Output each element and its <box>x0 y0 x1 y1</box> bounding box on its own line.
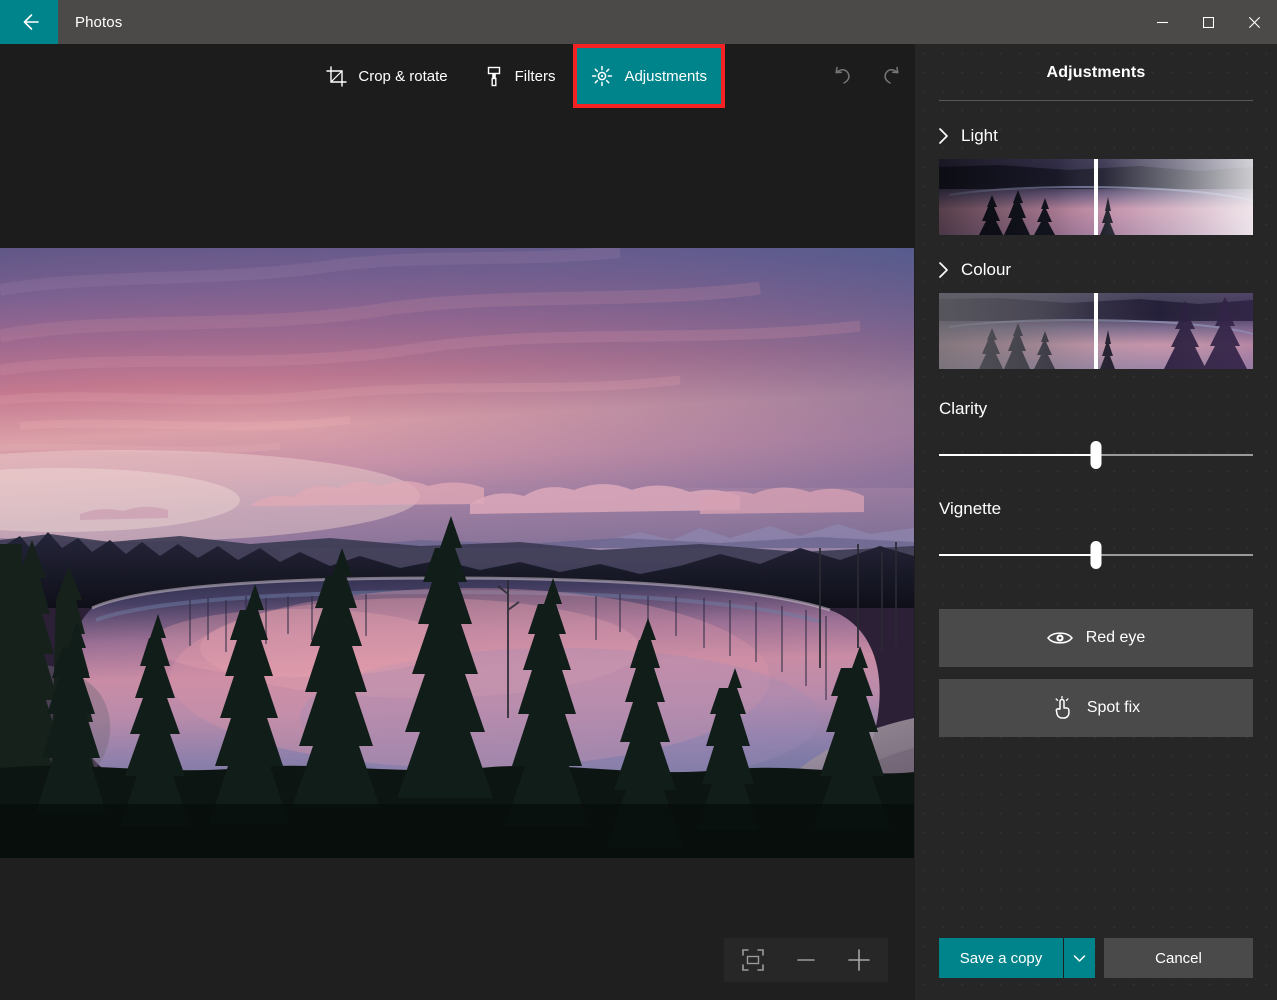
tab-adjustments[interactable]: Adjustments <box>573 44 725 108</box>
close-button[interactable] <box>1231 0 1277 44</box>
minimize-button[interactable] <box>1139 0 1185 44</box>
photo-artwork <box>0 248 914 858</box>
back-arrow-icon <box>16 9 42 35</box>
zoom-controls <box>724 938 888 982</box>
colour-compare-handle[interactable] <box>1094 293 1098 369</box>
section-header-colour[interactable]: Colour <box>937 257 1253 283</box>
close-icon <box>1249 17 1260 28</box>
slider-label-vignette: Vignette <box>939 499 1253 519</box>
tab-filters-label: Filters <box>515 68 556 85</box>
filters-icon <box>484 66 504 87</box>
eye-icon <box>1047 629 1073 647</box>
colour-preview-strip[interactable] <box>939 293 1253 369</box>
slider-label-clarity: Clarity <box>939 399 1253 419</box>
undo-icon <box>830 64 856 88</box>
brightness-icon <box>591 65 613 87</box>
window-controls <box>1139 0 1277 44</box>
back-button[interactable] <box>0 0 58 44</box>
chevron-right-icon <box>937 126 950 146</box>
tab-crop-rotate-label: Crop & rotate <box>358 68 447 85</box>
red-eye-button[interactable]: Red eye <box>939 609 1253 667</box>
zoom-in-button[interactable] <box>836 940 882 980</box>
redo-button[interactable] <box>867 44 915 108</box>
tab-crop-rotate[interactable]: Crop & rotate <box>308 44 465 108</box>
title-bar: Photos <box>0 0 1277 44</box>
clarity-slider-thumb[interactable] <box>1091 441 1102 469</box>
tab-adjustments-label: Adjustments <box>624 68 707 85</box>
redo-icon <box>878 64 904 88</box>
red-eye-label: Red eye <box>1086 629 1146 647</box>
tab-filters[interactable]: Filters <box>466 44 574 108</box>
section-header-light[interactable]: Light <box>937 123 1253 149</box>
panel-footer: Save a copy Cancel <box>915 916 1277 1000</box>
cancel-button[interactable]: Cancel <box>1104 938 1253 978</box>
light-compare-handle[interactable] <box>1094 159 1098 235</box>
vignette-slider-fill <box>939 554 1096 556</box>
vignette-slider[interactable] <box>939 541 1253 569</box>
app-title: Photos <box>58 0 1139 44</box>
clarity-slider[interactable] <box>939 441 1253 469</box>
minus-icon <box>796 950 816 970</box>
zoom-out-button[interactable] <box>783 940 829 980</box>
chevron-right-icon <box>937 260 950 280</box>
section-label-colour: Colour <box>961 260 1011 280</box>
clarity-slider-fill <box>939 454 1096 456</box>
crop-rotate-icon <box>326 66 347 87</box>
save-a-copy-button[interactable]: Save a copy <box>939 938 1063 978</box>
maximize-icon <box>1203 17 1214 28</box>
adjustments-panel: Adjustments Light <box>915 44 1277 1000</box>
save-options-button[interactable] <box>1063 938 1095 978</box>
fit-to-window-icon <box>742 949 764 971</box>
plus-icon <box>847 948 871 972</box>
panel-divider <box>939 100 1253 101</box>
spot-fix-label: Spot fix <box>1087 699 1140 717</box>
edit-toolbar: Crop & rotate Filters <box>0 44 915 248</box>
section-label-light: Light <box>961 126 998 146</box>
photo-canvas <box>0 248 915 1000</box>
chevron-down-icon <box>1072 951 1087 966</box>
save-a-copy-group: Save a copy <box>939 938 1095 978</box>
photo-image <box>0 248 914 858</box>
light-preview-strip[interactable] <box>939 159 1253 235</box>
tap-hand-icon <box>1052 696 1074 720</box>
spot-fix-button[interactable]: Spot fix <box>939 679 1253 737</box>
vignette-slider-thumb[interactable] <box>1091 541 1102 569</box>
panel-title: Adjustments <box>915 44 1277 82</box>
maximize-button[interactable] <box>1185 0 1231 44</box>
undo-button[interactable] <box>819 44 867 108</box>
photos-editor-window: Photos <box>0 0 1277 1000</box>
fit-to-window-button[interactable] <box>730 940 776 980</box>
minimize-icon <box>1157 17 1168 28</box>
